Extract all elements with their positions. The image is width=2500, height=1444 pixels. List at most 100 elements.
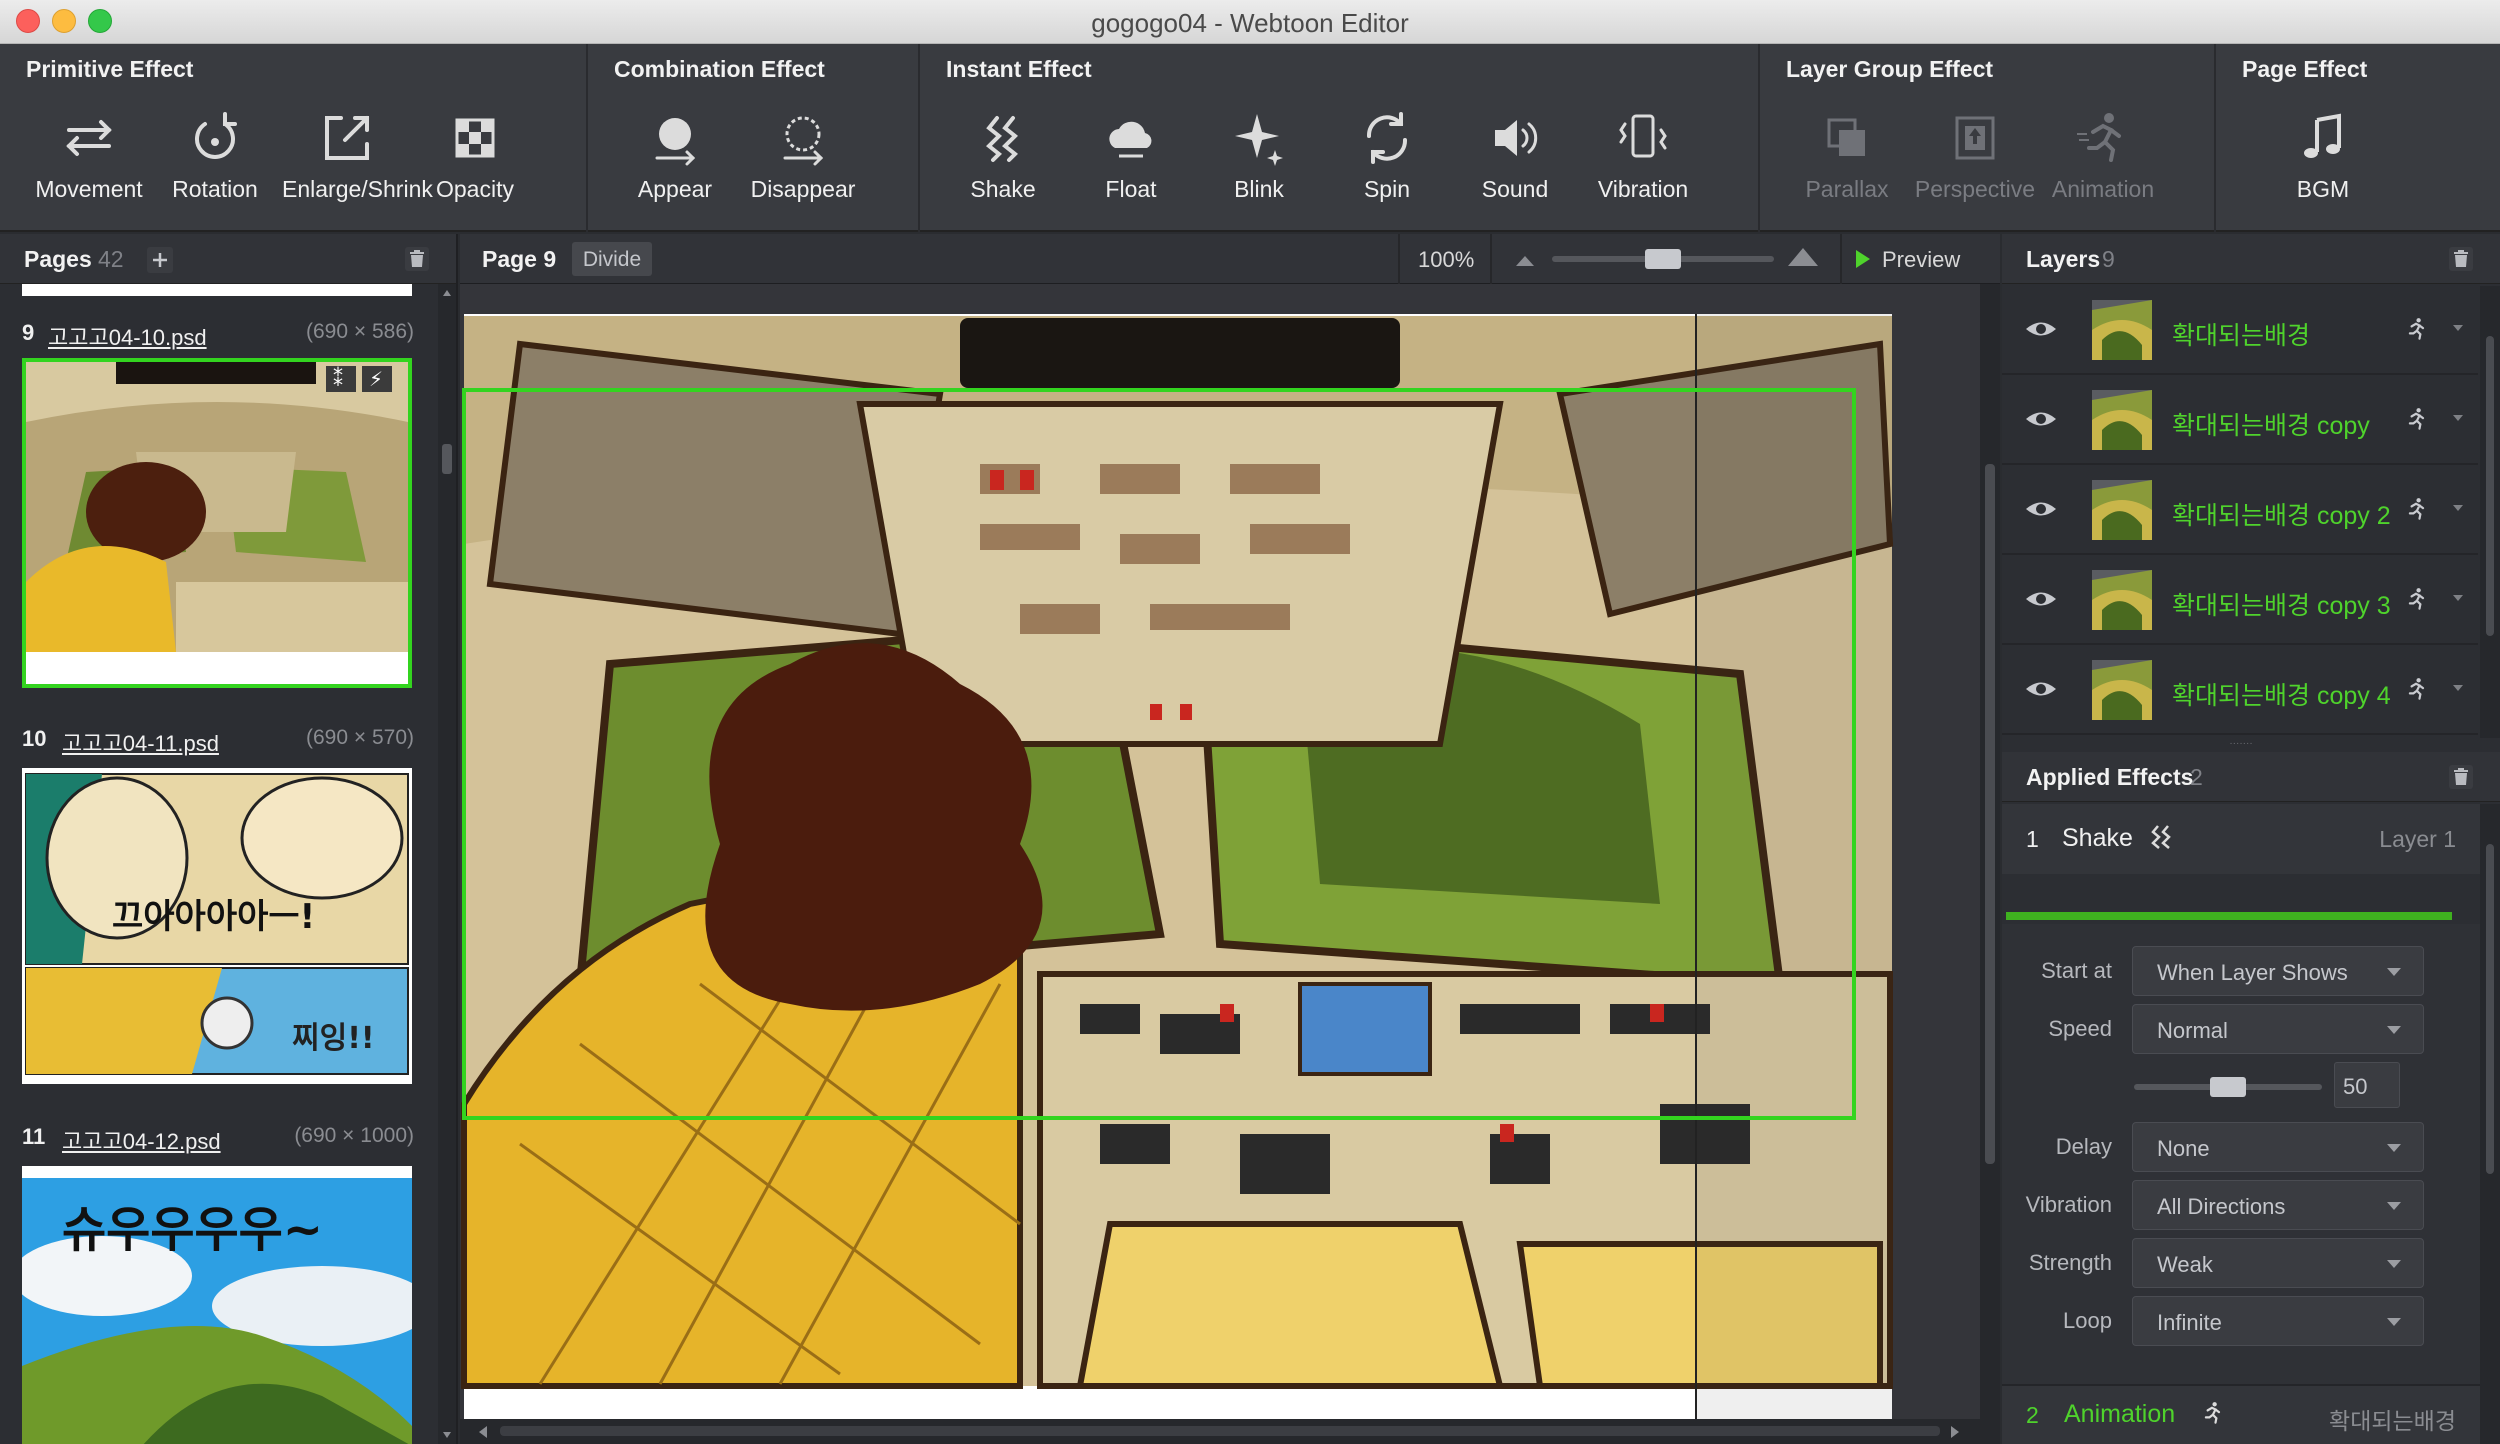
layer-thumbnail — [2092, 480, 2152, 540]
music-note-icon — [2304, 113, 2341, 158]
visibility-eye-icon[interactable] — [2024, 676, 2058, 702]
loop-select[interactable]: Infinite — [2132, 1296, 2424, 1346]
page-thumbnail: 끄아아아아ㅡ! 찌잉!! — [22, 768, 412, 1084]
dropdown-caret-icon — [2387, 1318, 2401, 1326]
spin-button[interactable]: Spin — [1322, 106, 1452, 216]
layer-options-chevron-icon[interactable] — [2452, 412, 2464, 424]
bgm-button[interactable]: BGM — [2258, 106, 2388, 216]
layers-scroll-thumb[interactable] — [2486, 336, 2494, 636]
running-figure-icon — [2408, 498, 2425, 520]
add-page-icon[interactable] — [146, 246, 174, 274]
opacity-button[interactable]: Opacity — [410, 106, 540, 216]
visibility-eye-icon[interactable] — [2024, 496, 2058, 522]
pages-scrollbar[interactable] — [438, 284, 456, 1444]
sky-mountain-thumbnail-image: 슈우우우우~ — [22, 1166, 412, 1444]
layer-thumbnail — [2092, 660, 2152, 720]
visibility-eye-icon[interactable] — [2024, 406, 2058, 432]
canvas-horizontal-scrollbar[interactable] — [460, 1419, 2000, 1444]
canvas-vscroll-thumb[interactable] — [1985, 464, 1995, 1164]
layer-options-chevron-icon[interactable] — [2452, 592, 2464, 604]
speed-slider[interactable] — [2134, 1077, 2322, 1097]
delete-page-trash-icon[interactable] — [402, 244, 432, 274]
bgm-label: BGM — [2296, 176, 2350, 202]
canvas-hscroll-thumb[interactable] — [500, 1426, 1940, 1436]
pages-title: Pages — [24, 246, 92, 272]
layer-row[interactable]: 확대되는배경 copy 4 — [2002, 646, 2478, 735]
blink-button[interactable]: Blink — [1194, 106, 1324, 216]
disappear-button[interactable]: Disappear — [738, 106, 868, 216]
canvas-area[interactable] — [460, 284, 1980, 1419]
canvas-vertical-scrollbar[interactable] — [1980, 284, 2000, 1419]
effect-item-shake[interactable]: 1 Shake Layer 1 — [2002, 804, 2480, 874]
page-list-item[interactable]: 9 고고고04-10.psd (690 × 586) ⁑ ⚡ — [0, 308, 440, 688]
movement-label: Movement — [35, 176, 143, 202]
delete-layer-trash-icon[interactable] — [2446, 244, 2476, 274]
visibility-eye-icon[interactable] — [2024, 316, 2058, 342]
perspective-button[interactable]: Perspective — [1910, 106, 2040, 216]
parallax-icon — [1827, 118, 1865, 156]
animation-button[interactable]: Animation — [2038, 106, 2168, 216]
layer-options-chevron-icon[interactable] — [2452, 682, 2464, 694]
pages-header: Pages 42 — [0, 234, 456, 284]
rotation-button[interactable]: Rotation — [150, 106, 280, 216]
page-thumbnail: 슈우우우우~ — [22, 1166, 412, 1444]
shake-button[interactable]: Shake — [938, 106, 1068, 216]
disappear-label: Disappear — [750, 176, 856, 202]
appear-button[interactable]: Appear — [610, 106, 740, 216]
page-list-item[interactable]: 10 고고고04-11.psd (690 × 570) 끄아아아아ㅡ! 찌잉!! — [0, 714, 440, 1084]
panel-resize-handle[interactable]: ······· — [2002, 738, 2480, 752]
cockpit-thumbnail-image: ⁑ ⚡ — [26, 362, 408, 684]
layer-options-chevron-icon[interactable] — [2452, 502, 2464, 514]
visibility-eye-icon[interactable] — [2024, 586, 2058, 612]
zoom-in-icon[interactable] — [1788, 246, 1818, 266]
zoom-slider-handle[interactable] — [1645, 249, 1681, 269]
movement-button[interactable]: Movement — [24, 106, 154, 216]
speed-select[interactable]: Normal — [2132, 1004, 2424, 1054]
dropdown-caret-icon — [2387, 1144, 2401, 1152]
layer-row[interactable]: 확대되는배경 copy 3 — [2002, 556, 2478, 645]
vibration-icon — [1619, 114, 1667, 158]
scroll-right-icon[interactable] — [1950, 1426, 1960, 1438]
effects-scrollbar[interactable] — [2480, 804, 2500, 1444]
zoom-level[interactable]: 100% — [1418, 247, 1474, 273]
scroll-left-icon[interactable] — [478, 1426, 488, 1438]
layers-scrollbar[interactable] — [2480, 286, 2500, 738]
delay-select[interactable]: None — [2132, 1122, 2424, 1172]
layer-row[interactable]: 확대되는배경 copy — [2002, 376, 2478, 465]
vibration-button[interactable]: Vibration — [1578, 106, 1708, 216]
editor-header: Page 9 Divide 100% Preview — [460, 234, 2000, 284]
effects-scroll-thumb[interactable] — [2486, 844, 2494, 1174]
zoom-slider[interactable] — [1552, 249, 1774, 269]
webtoon-editor-window: gogogo04 - Webtoon Editor Primitive Effe… — [0, 0, 2500, 1444]
previous-page-thumbnail[interactable] — [22, 284, 412, 296]
strength-value: Weak — [2157, 1252, 2213, 1277]
start-at-select[interactable]: When Layer Shows — [2132, 946, 2424, 996]
speed-slider-handle[interactable] — [2210, 1077, 2246, 1097]
effect-target: 확대되는배경 — [2329, 1408, 2456, 1434]
layer-row[interactable]: 확대되는배경 — [2002, 286, 2478, 375]
pages-scroll-thumb[interactable] — [442, 444, 452, 474]
delete-effect-trash-icon[interactable] — [2446, 762, 2476, 792]
speed-number-input[interactable]: 50 — [2334, 1062, 2400, 1108]
layer-row[interactable]: 확대되는배경 copy 2 — [2002, 466, 2478, 555]
enlarge-shrink-button[interactable]: Enlarge/Shrink — [282, 106, 433, 216]
sound-button[interactable]: Sound — [1450, 106, 1580, 216]
effect-timeline-bar[interactable] — [2006, 912, 2452, 920]
scroll-down-icon[interactable] — [442, 1430, 452, 1440]
effect-item-animation[interactable]: 2 Animation 확대되는배경 — [2002, 1384, 2480, 1444]
zoom-out-icon[interactable] — [1516, 252, 1534, 266]
group-title: Instant Effect — [946, 56, 1092, 82]
parallax-button[interactable]: Parallax — [1782, 106, 1912, 216]
scroll-up-icon[interactable] — [442, 288, 452, 298]
page-canvas[interactable] — [460, 284, 1980, 1419]
strength-select[interactable]: Weak — [2132, 1238, 2424, 1288]
vibration-select[interactable]: All Directions — [2132, 1180, 2424, 1230]
page-list-item[interactable]: 11 고고고04-12.psd (690 × 1000) 슈우우우우~ — [0, 1116, 440, 1444]
layer-options-chevron-icon[interactable] — [2452, 322, 2464, 334]
float-button[interactable]: Float — [1066, 106, 1196, 216]
sound-label: Sound — [1481, 176, 1549, 202]
effect-target: Layer 1 — [2379, 826, 2456, 852]
preview-button[interactable]: Preview — [1856, 242, 1980, 276]
shake-icon — [2151, 825, 2171, 849]
divide-button[interactable]: Divide — [572, 242, 652, 276]
